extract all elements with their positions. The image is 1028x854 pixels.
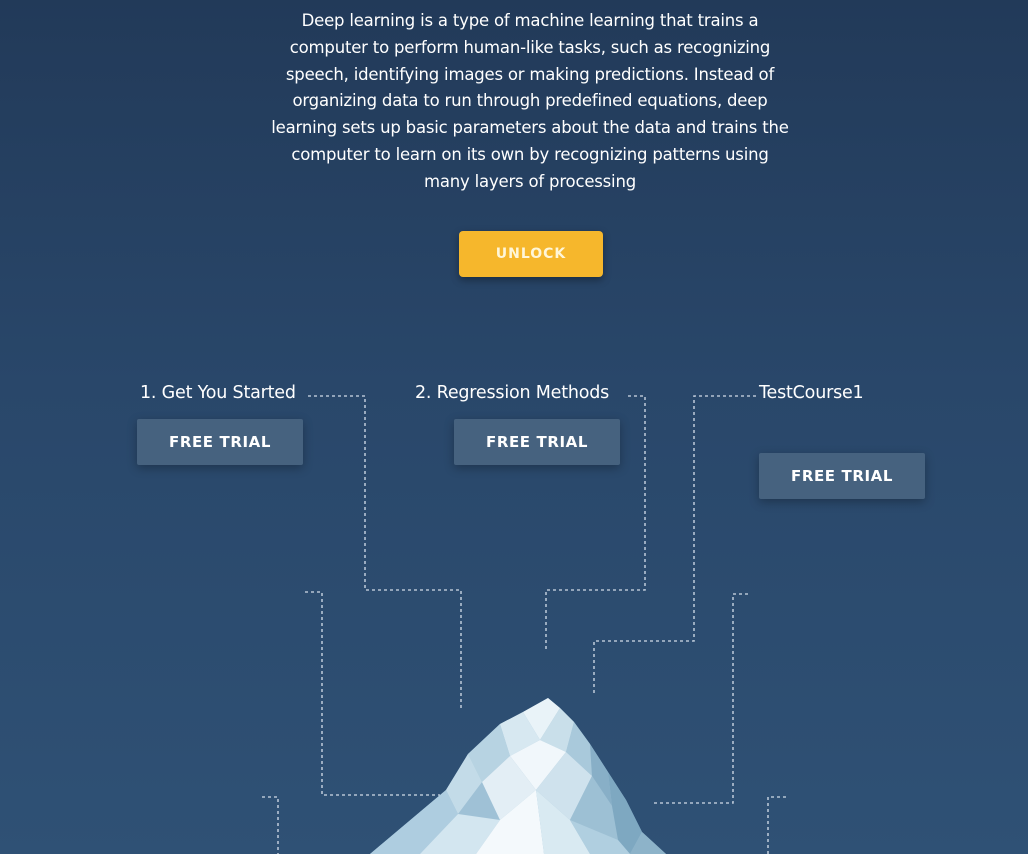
connector-course-1 [308,395,462,708]
course-title-get-you-started[interactable]: 1. Get You Started [140,382,296,404]
iceberg-illustration [370,698,666,854]
free-trial-button-course-3[interactable]: FREE TRIAL [759,453,925,499]
course-title-regression-methods[interactable]: 2. Regression Methods [415,382,609,404]
connector-course-1-lower [305,591,440,796]
free-trial-button-course-2[interactable]: FREE TRIAL [454,419,620,465]
course-title-testcourse1[interactable]: TestCourse1 [759,382,864,404]
free-trial-button-course-1[interactable]: FREE TRIAL [137,419,303,465]
connector-left-bottom [262,796,279,854]
connector-course-3-lower [652,593,748,804]
connector-right-bottom [767,796,786,854]
